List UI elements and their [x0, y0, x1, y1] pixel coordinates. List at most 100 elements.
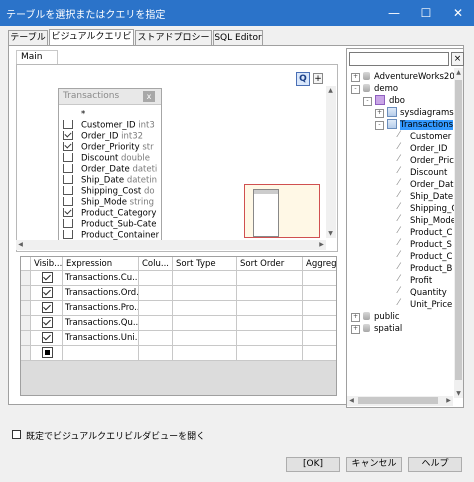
tree-node-column[interactable]: ⁄ Product_C [351, 227, 463, 239]
tree-node-label[interactable]: public [374, 312, 400, 322]
tree-node-label[interactable]: Profit [410, 276, 432, 286]
tree-node-label[interactable]: dbo [389, 96, 405, 106]
grid-visible-cell[interactable] [31, 271, 63, 286]
tree-node-label[interactable]: Product_C [410, 228, 452, 238]
grid-cell[interactable] [173, 316, 237, 331]
overview-navigator[interactable] [244, 184, 320, 238]
tree-node-db[interactable]: + AdventureWorks2017 [351, 71, 463, 83]
table-field-row[interactable]: Ship_Mode string [63, 197, 159, 208]
grid-cell[interactable] [237, 331, 303, 346]
grid-header-sort-type[interactable]: Sort Type [173, 257, 237, 271]
field-checkbox[interactable] [63, 164, 73, 173]
tree-node-column[interactable]: ⁄ Order_ID [351, 143, 463, 155]
tree-node-table[interactable]: - Transactions [351, 118, 463, 131]
grid-cell[interactable] [139, 271, 173, 286]
grid-cell[interactable] [139, 301, 173, 316]
grid-visible-cell[interactable] [31, 286, 63, 301]
field-checkbox[interactable] [63, 197, 73, 206]
grid-cell[interactable] [173, 346, 237, 361]
grid-header-expression[interactable]: Expression [63, 257, 139, 271]
tree-node-schema[interactable]: + spatial [351, 323, 463, 335]
tree-node-label[interactable]: Product_C [410, 252, 452, 262]
tree-node-table[interactable]: + sysdiagrams [351, 106, 463, 119]
tree-node-label[interactable]: AdventureWorks2017 [374, 72, 463, 82]
tree-node-label[interactable]: Shipping_C [410, 204, 457, 214]
grid-cell[interactable] [139, 331, 173, 346]
expand-icon[interactable]: + [351, 325, 360, 334]
tree-node-label[interactable]: Discount [410, 168, 447, 178]
grid-cell[interactable] [303, 346, 336, 361]
grid-row-selector[interactable] [21, 346, 31, 361]
tree-node-db[interactable]: - demo [351, 83, 463, 95]
grid-expression-cell[interactable]: Transactions.Cu... [63, 271, 139, 286]
table-field-row[interactable]: Customer_ID int3 [63, 120, 159, 131]
grid-cell[interactable] [173, 331, 237, 346]
grid-header-sort-order[interactable]: Sort Order [237, 257, 303, 271]
tree-node-column[interactable]: ⁄ Ship_Mode [351, 215, 463, 227]
grid-cell[interactable] [139, 346, 173, 361]
grid-cell[interactable] [173, 271, 237, 286]
grid-expression-cell[interactable] [63, 346, 139, 361]
grid-cell[interactable] [173, 301, 237, 316]
tree-horizontal-scrollbar[interactable]: ◀ ▶ [347, 396, 453, 406]
scroll-thumb[interactable] [455, 80, 462, 380]
table-field-row[interactable]: * [63, 109, 159, 120]
grid-row-selector[interactable] [21, 286, 31, 301]
grid-expression-cell[interactable]: Transactions.Uni... [63, 331, 139, 346]
grid-cell[interactable] [237, 346, 303, 361]
grid-cell[interactable] [303, 316, 336, 331]
grid-visible-cell[interactable] [31, 301, 63, 316]
visible-checkbox[interactable] [42, 302, 53, 313]
tree-node-schema[interactable]: - dbo [351, 94, 463, 107]
tab-stored-procedures[interactable]: ストアドプロシージャ [135, 30, 212, 57]
collapse-icon[interactable]: - [351, 85, 360, 94]
field-checkbox[interactable] [63, 131, 73, 140]
collapse-icon[interactable]: - [375, 121, 384, 130]
table-field-row[interactable]: Discount double [63, 153, 159, 164]
tree-node-label[interactable]: Product_B [410, 264, 452, 274]
grid-cell[interactable] [139, 286, 173, 301]
scroll-thumb[interactable] [358, 397, 438, 404]
expand-icon[interactable]: + [351, 313, 360, 322]
tree-search-input[interactable] [349, 52, 449, 66]
tree-node-column[interactable]: ⁄ Product_S [351, 239, 463, 251]
grid-header-column[interactable]: Colu... [139, 257, 173, 271]
scroll-right-icon[interactable]: ▶ [444, 396, 453, 405]
visible-checkbox[interactable] [42, 272, 53, 283]
ok-button[interactable]: [OK] [286, 457, 340, 472]
overview-viewport[interactable] [253, 189, 279, 237]
tree-node-label[interactable]: Order_ID [410, 144, 447, 154]
scroll-left-icon[interactable]: ◀ [16, 240, 25, 249]
tree-node-column[interactable]: ⁄ Quantity [351, 287, 463, 299]
scroll-up-icon[interactable]: ▲ [326, 86, 335, 95]
designer-vertical-scrollbar[interactable]: ▲ ▼ [326, 86, 336, 238]
grid-row-selector[interactable] [21, 271, 31, 286]
designer-horizontal-scrollbar[interactable]: ◀ ▶ [16, 240, 326, 250]
grid-cell[interactable] [237, 271, 303, 286]
tree-node-column[interactable]: ⁄ Unit_Price [351, 299, 463, 311]
table-box-close-icon[interactable]: x [143, 91, 155, 102]
tree-node-column[interactable]: ⁄ Shipping_C [351, 203, 463, 215]
grid-header-visible[interactable]: Visib... [31, 257, 63, 271]
tree-node-label[interactable]: Order_Pric [410, 156, 454, 166]
cancel-button[interactable]: キャンセル [346, 457, 402, 472]
grid-row-selector[interactable] [21, 316, 31, 331]
table-field-row[interactable]: Order_Date dateti [63, 164, 159, 175]
tree-node-column[interactable]: ⁄ Ship_Date [351, 191, 463, 203]
clear-search-icon[interactable]: × [451, 52, 464, 66]
field-checkbox[interactable] [63, 142, 73, 151]
main-tab[interactable]: Main [16, 50, 58, 64]
tree-node-label[interactable]: demo [374, 84, 398, 94]
grid-cell[interactable] [303, 331, 336, 346]
tree-node-label[interactable]: Ship_Mode [410, 216, 456, 226]
expand-icon[interactable]: + [375, 109, 384, 118]
tree-node-schema[interactable]: + public [351, 311, 463, 323]
tree-node-column[interactable]: ⁄ Product_B [351, 263, 463, 275]
tree-node-label[interactable]: Quantity [410, 288, 447, 298]
tab-visual-query-builder[interactable]: ビジュアルクエリビルダ [49, 29, 134, 56]
grid-cell[interactable] [237, 316, 303, 331]
tree-node-column[interactable]: ⁄ Product_C [351, 251, 463, 263]
field-checkbox[interactable] [63, 208, 73, 217]
grid-cell[interactable] [139, 316, 173, 331]
grid-expression-cell[interactable]: Transactions.Pro... [63, 301, 139, 316]
